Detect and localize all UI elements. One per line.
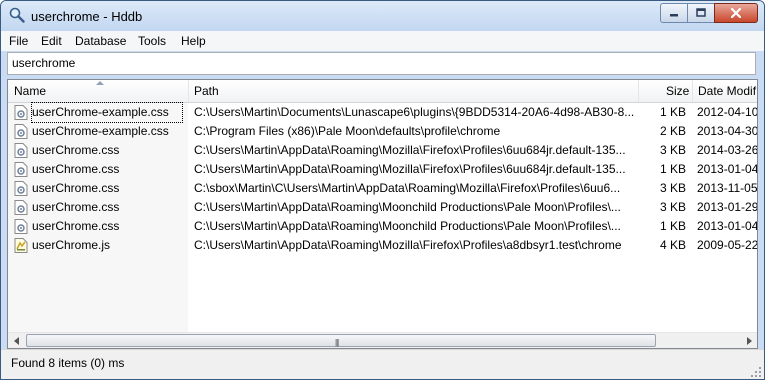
- column-header-name[interactable]: Name: [8, 80, 188, 102]
- menu-edit[interactable]: Edit: [41, 34, 62, 48]
- row-date: 2013-01-29: [697, 200, 757, 214]
- row-name: userChrome.css: [32, 200, 120, 214]
- row-name: userChrome.js: [32, 238, 111, 252]
- row-date: 2013-11-05: [697, 181, 757, 195]
- close-button[interactable]: [714, 3, 758, 23]
- css-file-icon: [14, 181, 28, 196]
- row-name: userChrome-example.css: [31, 102, 183, 123]
- css-file-icon: [14, 200, 28, 215]
- column-header-name-label: Name: [14, 84, 47, 98]
- row-path: C:\Users\Martin\AppData\Roaming\Mozilla\…: [194, 238, 622, 252]
- css-file-icon: [14, 219, 28, 234]
- css-file-icon: [14, 162, 28, 177]
- window-title: userchrome - Hddb: [31, 9, 143, 24]
- minimize-button[interactable]: [660, 3, 687, 23]
- row-date: 2013-01-04: [697, 219, 757, 233]
- app-window: userchrome - Hddb File Edit Database Too…: [0, 0, 765, 380]
- row-size: 2 KB: [659, 124, 686, 138]
- row-name: userChrome.css: [32, 219, 120, 233]
- row-path: C:\Users\Martin\Documents\Lunascape6\plu…: [194, 105, 634, 119]
- row-size: 1 KB: [659, 162, 686, 176]
- row-path: C:\Users\Martin\AppData\Roaming\Moonchil…: [194, 200, 621, 214]
- row-path: C:\Users\Martin\AppData\Roaming\Mozilla\…: [194, 143, 626, 157]
- menu-tools[interactable]: Tools: [138, 34, 166, 48]
- row-date: 2014-03-26: [697, 143, 757, 157]
- maximize-button[interactable]: [687, 3, 714, 23]
- column-header-date[interactable]: Date Modif: [692, 80, 757, 102]
- table-row[interactable]: userChrome-example.css C:\Users\Martin\D…: [8, 102, 757, 123]
- table-row[interactable]: userChrome.css C:\sbox\Martin\C\Users\Ma…: [8, 179, 757, 198]
- sort-ascending-icon: [96, 81, 104, 85]
- row-path: C:\Users\Martin\AppData\Roaming\Moonchil…: [194, 219, 621, 233]
- column-header-path[interactable]: Path: [188, 80, 638, 102]
- caption-buttons: [660, 3, 758, 23]
- menu-file[interactable]: File: [9, 34, 28, 48]
- column-header-size-label: Size: [666, 84, 690, 98]
- table-row[interactable]: userChrome.css C:\Users\Martin\AppData\R…: [8, 141, 757, 160]
- search-input[interactable]: [8, 53, 759, 72]
- results-list[interactable]: Name Path Size Date Modif userChrome-exa…: [7, 79, 758, 349]
- close-icon: [730, 7, 742, 19]
- search-box: [7, 52, 759, 75]
- column-header-date-label: Date Modif: [698, 84, 757, 98]
- magnifier-icon: [9, 7, 25, 23]
- row-name: userChrome.css: [32, 143, 120, 157]
- row-date: 2013-01-04: [697, 162, 757, 176]
- row-path: C:\Program Files (x86)\Pale Moon\default…: [194, 124, 501, 138]
- row-name: userChrome.css: [32, 162, 120, 176]
- row-name: userChrome-example.css: [32, 124, 169, 138]
- list-header: Name Path Size Date Modif: [8, 80, 757, 103]
- row-name: userChrome.css: [32, 181, 120, 195]
- row-path: C:\sbox\Martin\C\Users\Martin\AppData\Ro…: [194, 181, 621, 195]
- js-file-icon: [14, 238, 28, 253]
- css-file-icon: [14, 105, 28, 120]
- table-row[interactable]: userChrome.css C:\Users\Martin\AppData\R…: [8, 198, 757, 217]
- resize-grip-icon[interactable]: [750, 366, 762, 378]
- row-size: 1 KB: [659, 219, 686, 233]
- column-header-size[interactable]: Size: [660, 80, 692, 102]
- menu-help[interactable]: Help: [181, 34, 206, 48]
- column-header-path-label: Path: [194, 84, 219, 98]
- css-file-icon: [14, 124, 28, 139]
- row-size: 1 KB: [659, 105, 686, 119]
- table-row[interactable]: userChrome.js C:\Users\Martin\AppData\Ro…: [8, 236, 757, 255]
- table-row[interactable]: userChrome.css C:\Users\Martin\AppData\R…: [8, 160, 757, 179]
- menu-bar: File Edit Database Tools Help: [1, 31, 764, 51]
- row-date: 2009-05-22: [697, 238, 757, 252]
- scroll-right-icon: [746, 337, 752, 345]
- minimize-icon: [670, 14, 678, 17]
- scrollbar-grip: |||: [335, 338, 339, 347]
- scrollbar-thumb[interactable]: |||: [26, 334, 656, 347]
- css-file-icon: [14, 143, 28, 158]
- row-size: 4 KB: [659, 238, 686, 252]
- scroll-right-button[interactable]: [740, 333, 757, 348]
- restore-icon: [696, 8, 706, 17]
- row-size: 3 KB: [659, 200, 686, 214]
- horizontal-scrollbar[interactable]: |||: [8, 332, 757, 348]
- row-size: 3 KB: [659, 181, 686, 195]
- column-divider[interactable]: [638, 80, 639, 102]
- status-text: Found 8 items (0) ms: [11, 356, 125, 370]
- row-size: 3 KB: [659, 143, 686, 157]
- row-date: 2012-04-10: [697, 105, 757, 119]
- title-bar[interactable]: userchrome - Hddb: [1, 1, 764, 31]
- row-date: 2013-04-30: [697, 124, 757, 138]
- menu-database[interactable]: Database: [75, 34, 126, 48]
- table-row[interactable]: userChrome.css C:\Users\Martin\AppData\R…: [8, 217, 757, 236]
- status-bar: Found 8 items (0) ms: [1, 349, 764, 379]
- scroll-left-icon: [13, 337, 19, 345]
- table-row[interactable]: userChrome-example.css C:\Program Files …: [8, 122, 757, 141]
- row-path: C:\Users\Martin\AppData\Roaming\Mozilla\…: [194, 162, 626, 176]
- scroll-left-button[interactable]: [8, 333, 25, 348]
